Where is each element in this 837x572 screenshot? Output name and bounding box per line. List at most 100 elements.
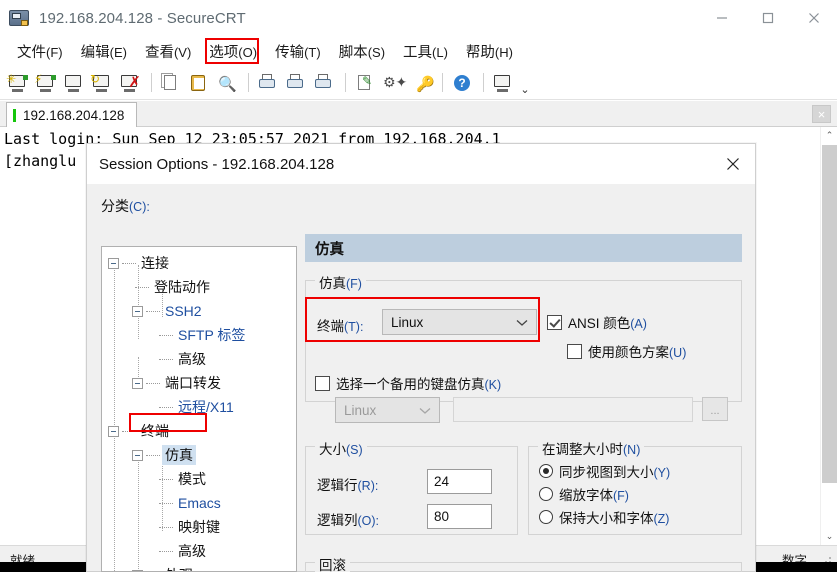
alt-keyboard-checkbox[interactable] (315, 375, 330, 391)
tree-item-label: Emacs (178, 495, 221, 511)
chevron-down-icon (516, 315, 528, 330)
menu-file-label: 文件 (17, 44, 46, 61)
tree-item-connection[interactable]: 连接 (102, 251, 296, 275)
menu-file[interactable]: 文件(F) (8, 38, 72, 65)
close-button[interactable] (791, 0, 837, 36)
menu-view[interactable]: 查看(V) (136, 38, 200, 65)
new-tab-icon[interactable] (61, 70, 87, 96)
tab-close-button[interactable]: × (812, 105, 831, 123)
expander-icon[interactable] (108, 425, 119, 437)
resize-option-sync-radio[interactable] (539, 464, 553, 478)
minimize-button[interactable] (699, 0, 745, 36)
menu-help[interactable]: 帮助(H) (457, 38, 522, 65)
alt-keyboard-browse-button[interactable]: ... (702, 397, 728, 421)
resize-option-keep-radio[interactable] (539, 510, 553, 524)
resize-option-keep-mnemonic: (Z) (653, 512, 670, 526)
find-icon[interactable]: 🔍 (214, 70, 240, 96)
expander-icon[interactable] (108, 257, 119, 269)
tile-windows-icon[interactable] (490, 70, 516, 96)
menu-transfer-label: 传输 (275, 44, 305, 61)
menu-view-label: 查看 (144, 44, 174, 61)
key-icon[interactable]: 🔑 (408, 70, 435, 96)
global-options-icon[interactable]: ⚙✦ (380, 70, 407, 96)
tree-item-modes[interactable]: 模式 (102, 467, 296, 491)
tree-item-remote-x11[interactable]: 远程/X11 (102, 395, 296, 419)
scrollback-groupbox-title: 回滚 (315, 554, 350, 572)
tab-session-192-168-204-128[interactable]: 192.168.204.128 (6, 102, 138, 127)
log-session-icon[interactable] (283, 70, 309, 96)
terminal-type-combobox[interactable]: Linux (382, 309, 537, 335)
copy-icon[interactable] (158, 70, 184, 96)
emulation-groupbox-title-mnemonic: (F) (346, 277, 362, 291)
menu-tools-label: 工具 (403, 44, 433, 61)
tree-item-terminal[interactable]: 终端 (102, 419, 296, 443)
tree-item-ssh2-advanced[interactable]: 高级 (102, 347, 296, 371)
tree-item-ssh2[interactable]: SSH2 (102, 299, 296, 323)
category-tree[interactable]: 连接 登陆动作 SSH2 SFTP 标签 高级 端口转发 远程/X11 终端 仿… (101, 246, 297, 572)
expander-icon[interactable] (132, 377, 143, 389)
print-icon[interactable] (311, 70, 337, 96)
menu-transfer-mnemonic: (T) (304, 44, 321, 60)
resize-option-scale-font-mnemonic: (F) (613, 489, 629, 503)
tree-item-port-forwarding[interactable]: 端口转发 (102, 371, 296, 395)
alt-keyboard-value: Linux (344, 402, 377, 418)
tree-item-emacs[interactable]: Emacs (102, 491, 296, 515)
resize-groupbox-title-mnemonic: (N) (623, 443, 641, 457)
size-groupbox-title-mnemonic: (S) (346, 443, 363, 457)
tree-item-mapped-keys[interactable]: 映射键 (102, 515, 296, 539)
scroll-down-icon[interactable]: ⌄ (821, 528, 837, 545)
menu-options[interactable]: 选项(O) (200, 38, 266, 65)
tree-item-sftp-tab[interactable]: SFTP 标签 (102, 323, 296, 347)
resize-option-scale-font-label-text: 缩放字体 (559, 488, 613, 503)
new-session-icon[interactable]: ✳ (5, 70, 31, 96)
cols-label: 逻辑列(O): (317, 509, 379, 529)
dialog-close-button[interactable] (711, 144, 755, 184)
alt-keyboard-combobox[interactable]: Linux (335, 397, 440, 423)
resize-option-keep-row[interactable]: 保持大小和字体(Z) (539, 507, 669, 527)
color-scheme-checkbox-row[interactable]: 使用颜色方案(U) (567, 341, 686, 361)
resize-option-scale-font-radio[interactable] (539, 487, 553, 501)
category-label: 分类(C): (101, 196, 150, 216)
tab-connected-indicator (13, 108, 16, 122)
help-icon[interactable]: ? (449, 70, 475, 96)
menu-tools[interactable]: 工具(L) (394, 38, 457, 65)
maximize-button[interactable] (745, 0, 791, 36)
menu-transfer[interactable]: 传输(T) (266, 38, 330, 65)
reconnect-icon[interactable]: ↻ (89, 70, 115, 96)
rows-input[interactable]: 24 (427, 469, 492, 494)
resize-option-sync-row[interactable]: 同步视图到大小(Y) (539, 461, 670, 481)
toolbar-overflow-chevron[interactable]: ⌄ (518, 70, 532, 96)
resize-option-keep-label: 保持大小和字体(Z) (559, 507, 669, 527)
expander-icon[interactable] (132, 305, 143, 317)
cols-input[interactable]: 80 (427, 504, 492, 529)
cols-value: 80 (434, 509, 450, 524)
securecrt-icon (9, 8, 29, 28)
expander-icon[interactable] (132, 449, 143, 461)
session-options-icon[interactable]: ✎ (352, 70, 378, 96)
resize-option-scale-font-row[interactable]: 缩放字体(F) (539, 484, 629, 504)
tree-item-appearance[interactable]: 外观 (102, 563, 296, 571)
alt-keyboard-checkbox-row[interactable]: 选择一个备用的键盘仿真(K) (315, 373, 501, 393)
menu-edit[interactable]: 编辑(E) (72, 38, 136, 65)
color-scheme-checkbox[interactable] (567, 343, 582, 359)
disconnect-icon[interactable]: ✗ (117, 70, 143, 96)
scrollbar-thumb[interactable] (822, 145, 837, 483)
securecrt-window: 192.168.204.128 - SecureCRT 文件(F) 编辑(E) … (0, 0, 837, 572)
quick-connect-icon[interactable]: ⚡ (33, 70, 59, 96)
scroll-up-icon[interactable]: ⌃ (821, 127, 837, 144)
tree-item-logon-actions[interactable]: 登陆动作 (102, 275, 296, 299)
alt-keyboard-path-input[interactable] (453, 397, 693, 422)
tree-item-emulation[interactable]: 仿真 (102, 443, 296, 467)
resize-option-sync-label: 同步视图到大小(Y) (559, 461, 670, 481)
terminal-scrollbar[interactable]: ⌃ ⌄ (820, 127, 837, 545)
cols-label-mnemonic: (O): (357, 514, 380, 528)
print-screen-icon[interactable] (255, 70, 281, 96)
ansi-color-checkbox[interactable] (547, 314, 562, 330)
ansi-color-checkbox-row[interactable]: ANSI 颜色(A) (547, 312, 647, 332)
tree-item-label: 连接 (141, 255, 169, 271)
alt-keyboard-label-mnemonic: (K) (484, 378, 502, 392)
tree-item-emulation-advanced[interactable]: 高级 (102, 539, 296, 563)
menu-script[interactable]: 脚本(S) (330, 38, 394, 65)
paste-icon[interactable] (186, 70, 212, 96)
emulation-groupbox-title-text: 仿真 (319, 276, 346, 291)
